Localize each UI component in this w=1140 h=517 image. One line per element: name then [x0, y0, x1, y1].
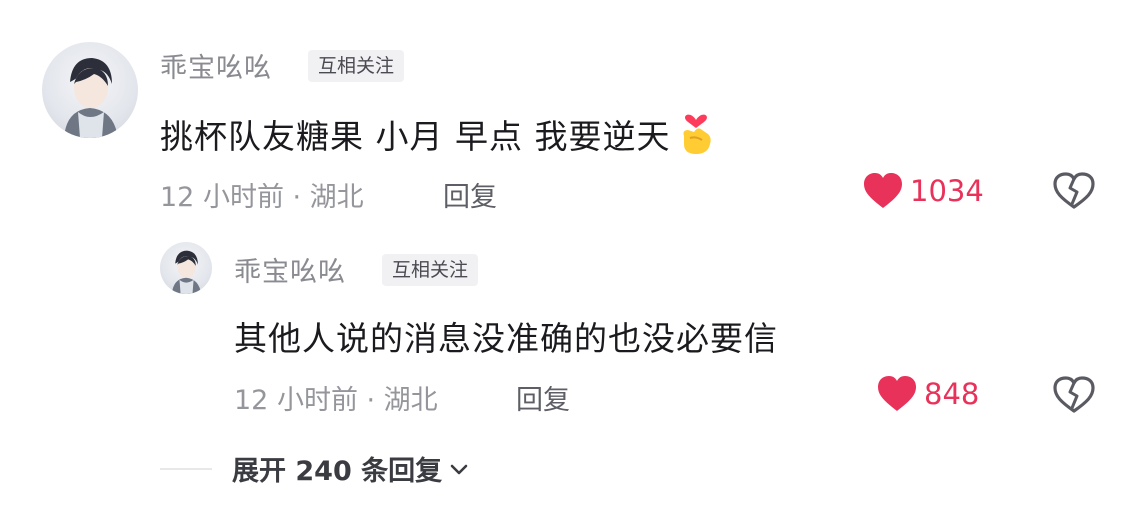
- like-count: 848: [924, 377, 980, 411]
- like-button[interactable]: 1034: [862, 172, 984, 210]
- chevron-down-icon: [450, 464, 468, 474]
- broken-heart-icon[interactable]: [1052, 375, 1096, 415]
- reply-button[interactable]: 回复: [516, 378, 570, 417]
- time-location: 12 小时前 · 湖北: [160, 182, 364, 213]
- username[interactable]: 乖宝吆吆: [160, 46, 272, 85]
- expand-replies-label: 展开 240 条回复: [232, 456, 443, 487]
- expand-replies-button[interactable]: 展开 240 条回复: [232, 449, 470, 488]
- heart-icon: [878, 376, 916, 411]
- finger-heart-emoji-icon: [676, 108, 716, 156]
- reply-button[interactable]: 回复: [443, 175, 497, 214]
- mutual-follow-badge: 互相关注: [382, 254, 479, 286]
- like-button[interactable]: 848: [876, 375, 979, 413]
- mutual-follow-badge: 互相关注: [308, 50, 405, 82]
- comment-text: 其他人说的消息没准确的也没必要信: [234, 319, 778, 358]
- avatar[interactable]: [42, 42, 138, 138]
- like-count: 1034: [910, 174, 984, 208]
- avatar[interactable]: [160, 242, 212, 294]
- time-location: 12 小时前 · 湖北: [234, 385, 438, 416]
- heart-icon: [864, 173, 902, 208]
- broken-heart-icon[interactable]: [1052, 171, 1096, 211]
- comment-text: 挑杯队友糖果 小月 早点 我要逆天: [160, 108, 716, 158]
- comment-text-content: 挑杯队友糖果 小月 早点 我要逆天: [160, 117, 671, 156]
- divider: [160, 468, 212, 470]
- username[interactable]: 乖宝吆吆: [234, 250, 346, 289]
